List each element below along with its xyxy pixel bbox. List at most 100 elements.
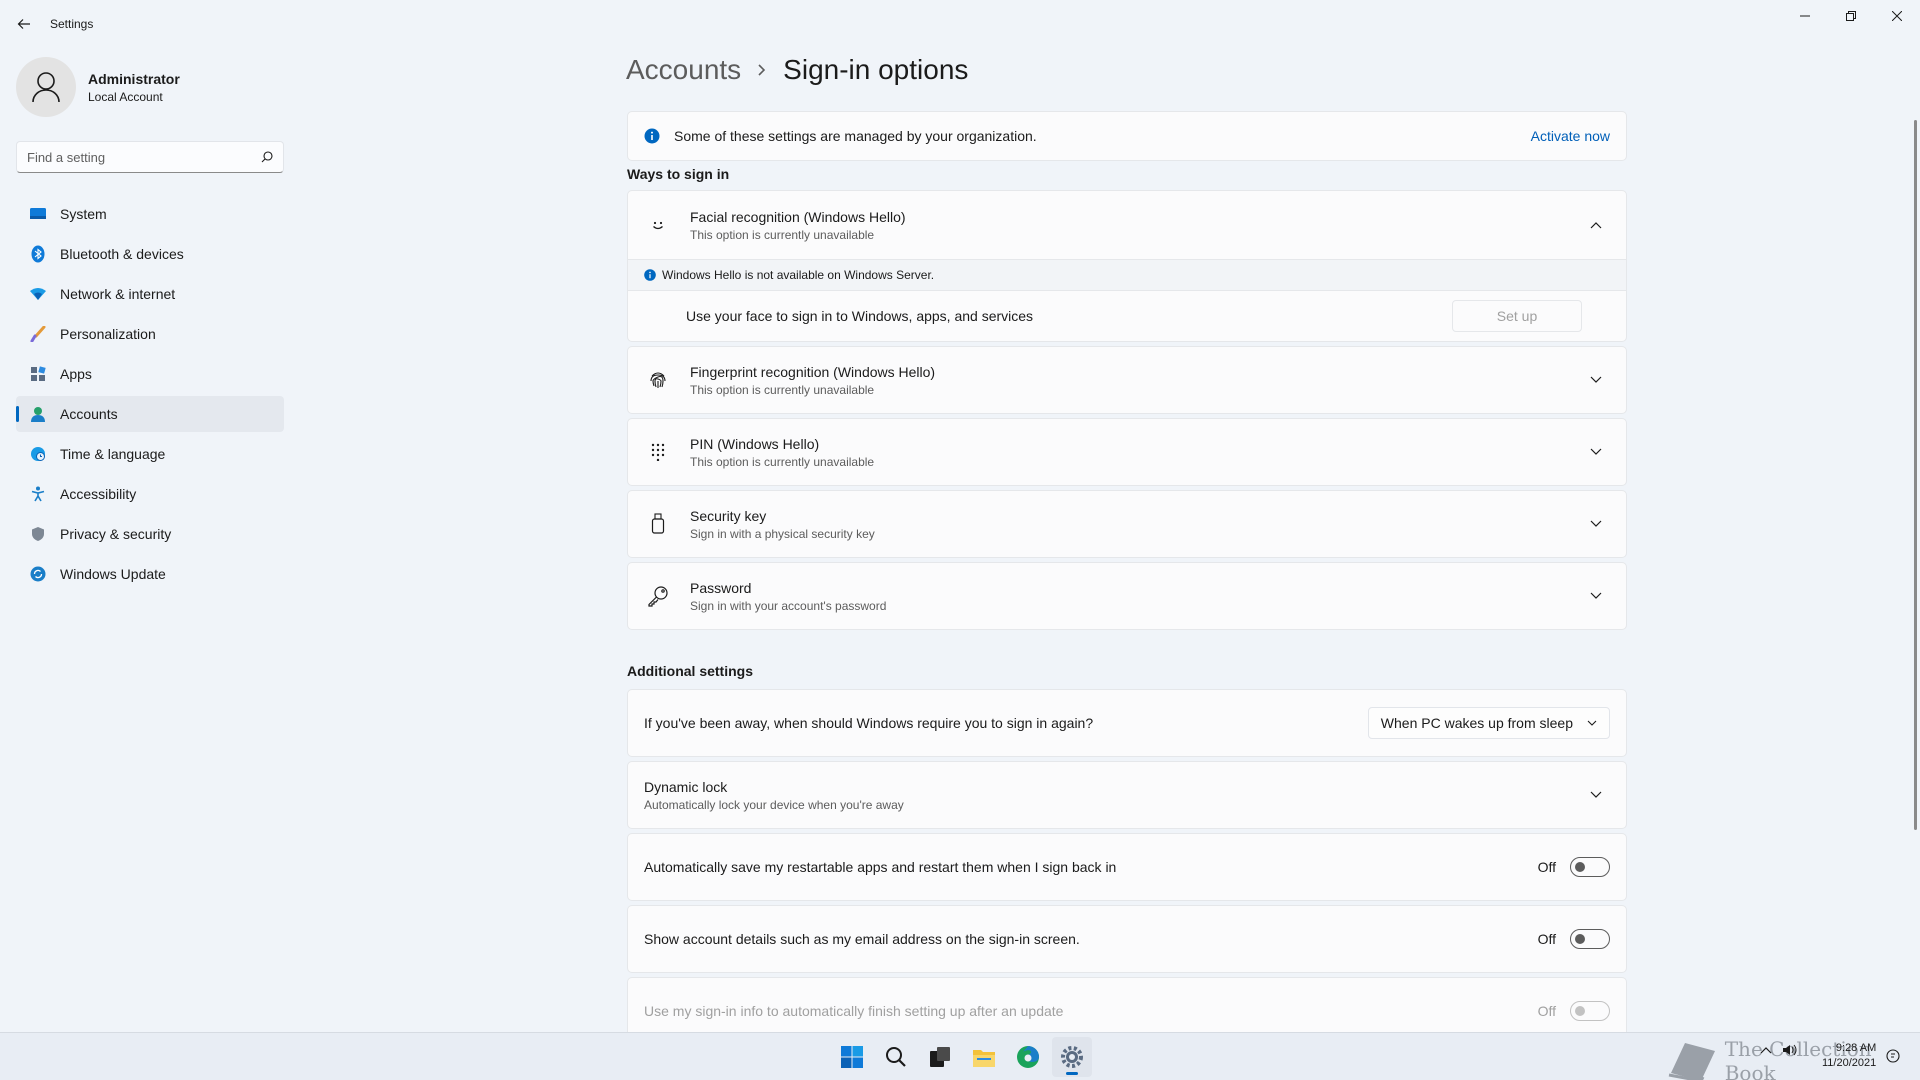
user-profile[interactable]: Administrator Local Account (16, 57, 180, 117)
toggle-state: Off (1537, 931, 1556, 947)
chevron-down-icon[interactable] (1588, 516, 1604, 532)
fingerprint-icon (644, 370, 672, 390)
sidebar-item-privacy[interactable]: Privacy & security (16, 516, 284, 552)
row-subtitle: Automatically lock your device when you'… (644, 797, 904, 812)
sidebar-item-apps[interactable]: Apps (16, 356, 284, 392)
person-avatar-icon (32, 72, 60, 103)
search-icon[interactable] (261, 151, 273, 163)
row-subtitle: Sign in with a physical security key (690, 526, 875, 541)
toggle-state: Off (1537, 1003, 1556, 1019)
search-input[interactable] (27, 149, 261, 165)
ways-section-title: Ways to sign in (627, 166, 730, 182)
row-subtitle: Sign in with your account's password (690, 598, 887, 613)
sidebar-item-label: Bluetooth & devices (60, 246, 184, 262)
restart-apps-toggle[interactable] (1570, 857, 1610, 877)
chevron-down-icon[interactable] (1588, 444, 1604, 460)
sidebar-item-system[interactable]: System (16, 196, 284, 232)
sidebar-item-accounts[interactable]: Accounts (16, 396, 284, 432)
restore-button[interactable] (1828, 0, 1874, 32)
back-button[interactable] (10, 12, 38, 36)
scrollbar[interactable] (1914, 120, 1917, 830)
volume-icon[interactable] (1782, 1043, 1798, 1057)
taskbar-search-button[interactable] (876, 1037, 916, 1077)
edge-button[interactable] (1008, 1037, 1048, 1077)
avatar (16, 57, 76, 117)
search-box[interactable] (16, 141, 284, 173)
key-icon (644, 585, 672, 607)
info-icon (644, 128, 660, 144)
wifi-icon (28, 284, 48, 304)
row-title: Security key (690, 507, 767, 524)
face-setup-row: Use your face to sign in to Windows, app… (628, 291, 1626, 341)
window-controls (1782, 0, 1920, 32)
system-tray[interactable] (1760, 1043, 1798, 1057)
setup-button[interactable]: Set up (1452, 300, 1582, 332)
row-title: Password (690, 579, 752, 596)
require-signin-row: If you've been away, when should Windows… (627, 689, 1627, 757)
row-title: Fingerprint recognition (Windows Hello) (690, 363, 936, 380)
keypad-icon (644, 443, 672, 461)
chevron-down-icon[interactable] (1588, 372, 1604, 388)
notifications-button[interactable] (1886, 1049, 1900, 1068)
start-button[interactable] (832, 1037, 872, 1077)
info-icon (644, 269, 656, 281)
breadcrumb: Accounts Sign-in options (626, 54, 968, 86)
system-icon (28, 204, 48, 224)
sidebar-item-network[interactable]: Network & internet (16, 276, 284, 312)
windows-hello-note: Windows Hello is not available on Window… (628, 259, 1626, 291)
sidebar-item-label: System (60, 206, 107, 222)
row-subtitle: This option is currently unavailable (690, 227, 875, 242)
chevron-right-icon (757, 63, 767, 77)
face-icon (644, 217, 672, 233)
sidebar-item-accessibility[interactable]: Accessibility (16, 476, 284, 512)
clock[interactable]: 9:28 AM 11/20/2021 (1822, 1041, 1876, 1071)
start-icon (841, 1046, 863, 1068)
sidebar-item-personalization[interactable]: Personalization (16, 316, 284, 352)
restart-apps-row: Automatically save my restartable apps a… (627, 833, 1627, 901)
main-content: Some of these settings are managed by yo… (627, 111, 1627, 1045)
additional-section-title: Additional settings (627, 663, 753, 679)
sidebar-item-bluetooth[interactable]: Bluetooth & devices (16, 236, 284, 272)
activate-now-link[interactable]: Activate now (1531, 128, 1610, 144)
sidebar-item-time-language[interactable]: Time & language (16, 436, 284, 472)
require-signin-dropdown[interactable]: When PC wakes up from sleep (1367, 707, 1610, 739)
toggle-state: Off (1537, 859, 1556, 875)
notification-icon (1886, 1049, 1900, 1063)
sidebar-item-label: Apps (60, 366, 92, 382)
search-icon (886, 1047, 906, 1067)
chevron-down-icon[interactable] (1588, 787, 1604, 803)
pin-row[interactable]: PIN (Windows Hello) This option is curre… (627, 418, 1627, 486)
settings-taskbar-button[interactable] (1052, 1037, 1092, 1077)
sidebar-nav: System Bluetooth & devices Network & int… (16, 196, 284, 596)
update-icon (28, 564, 48, 584)
security-key-row[interactable]: Security key Sign in with a physical sec… (627, 490, 1627, 558)
dynamic-lock-row[interactable]: Dynamic lock Automatically lock your dev… (627, 761, 1627, 829)
sidebar-item-windows-update[interactable]: Windows Update (16, 556, 284, 592)
profile-account-type: Local Account (88, 89, 163, 104)
shield-icon (28, 524, 48, 544)
chevron-up-icon[interactable] (1760, 1046, 1772, 1054)
facial-recognition-header[interactable]: Facial recognition (Windows Hello) This … (628, 191, 1626, 259)
task-view-button[interactable] (920, 1037, 960, 1077)
password-row[interactable]: Password Sign in with your account's pas… (627, 562, 1627, 630)
row-title: Dynamic lock (644, 778, 728, 795)
account-details-row: Show account details such as my email ad… (627, 905, 1627, 973)
restore-icon (1846, 11, 1856, 21)
managed-info-bar: Some of these settings are managed by yo… (627, 111, 1627, 161)
breadcrumb-parent[interactable]: Accounts (626, 54, 741, 86)
chevron-up-icon[interactable] (1588, 217, 1604, 233)
usb-key-icon (644, 513, 672, 535)
account-details-toggle[interactable] (1570, 929, 1610, 949)
dropdown-selected: When PC wakes up from sleep (1380, 715, 1573, 731)
title-bar: Settings (0, 0, 1920, 48)
chevron-down-icon[interactable] (1588, 588, 1604, 604)
close-icon (1892, 11, 1902, 21)
facial-recognition-group: Facial recognition (Windows Hello) This … (627, 190, 1627, 342)
file-explorer-button[interactable] (964, 1037, 1004, 1077)
brush-icon (28, 324, 48, 344)
fingerprint-row[interactable]: Fingerprint recognition (Windows Hello) … (627, 346, 1627, 414)
close-button[interactable] (1874, 0, 1920, 32)
toggle-text: Use my sign-in info to automatically fin… (644, 1003, 1064, 1019)
signin-info-toggle[interactable] (1570, 1001, 1610, 1021)
minimize-button[interactable] (1782, 0, 1828, 32)
